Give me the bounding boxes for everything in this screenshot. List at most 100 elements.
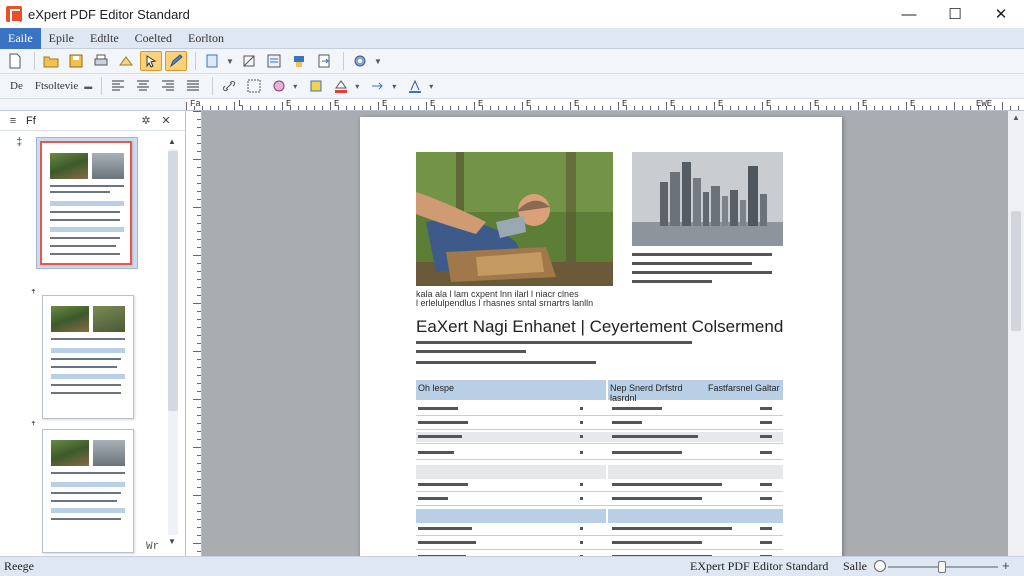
scroll-thumb[interactable] — [1011, 211, 1021, 331]
table-row-divider — [416, 429, 783, 430]
shape-icon[interactable] — [268, 76, 290, 96]
edit-tool-icon[interactable] — [165, 51, 187, 71]
workspace-scrollbar[interactable]: ▲ — [1008, 111, 1024, 556]
table-cell-text — [612, 483, 722, 486]
settings-icon[interactable] — [349, 51, 371, 71]
arrow-icon[interactable] — [367, 76, 389, 96]
font-size-label[interactable]: De — [10, 80, 23, 92]
scroll-thumb[interactable] — [168, 151, 178, 411]
ruler-tick — [906, 102, 907, 110]
chevron-down-icon[interactable]: ▾ — [429, 82, 437, 91]
page-layout-icon[interactable] — [201, 51, 223, 71]
ruler-tick — [946, 106, 947, 110]
save-icon[interactable] — [65, 51, 87, 71]
ruler-tick — [197, 167, 201, 168]
ruler-tick — [858, 102, 859, 110]
new-document-icon[interactable] — [4, 51, 26, 71]
table-row-divider — [416, 549, 783, 550]
menu-editor[interactable]: Edtlte — [82, 28, 127, 49]
ruler-label: E — [430, 99, 436, 109]
table-cell-text — [580, 483, 583, 486]
ruler-tick — [197, 239, 201, 240]
fill-icon[interactable] — [330, 76, 352, 96]
table-cell-text — [760, 407, 772, 410]
scroll-up-icon[interactable]: ▲ — [1012, 113, 1020, 122]
table-cell-text — [418, 421, 468, 424]
chevron-down-icon[interactable]: ▾ — [355, 82, 363, 91]
ruler-tick — [197, 151, 201, 152]
crop-icon[interactable] — [238, 51, 260, 71]
export-icon[interactable] — [313, 51, 335, 71]
ruler-tick — [197, 191, 201, 192]
text-color-icon[interactable] — [404, 76, 426, 96]
page-thumbnail-1[interactable] — [40, 141, 132, 265]
ruler-tick — [197, 279, 201, 280]
toolbar-separator — [195, 52, 196, 70]
ruler-tick — [197, 535, 201, 536]
ruler-tick — [962, 106, 963, 110]
ruler-tick — [193, 399, 201, 400]
zoom-in-icon[interactable]: + — [1002, 558, 1010, 573]
print-icon[interactable] — [90, 51, 112, 71]
open-folder-icon[interactable] — [40, 51, 62, 71]
photo-man-illustration — [416, 152, 613, 286]
panel-menu-icon[interactable]: ≡ — [6, 114, 20, 128]
select-text-icon[interactable] — [115, 51, 137, 71]
chevron-down-icon[interactable]: ▾ — [392, 82, 400, 91]
main-toolbar: ▼ ▼ — [0, 49, 1024, 74]
table-cell-text — [760, 527, 772, 530]
ruler-tick — [650, 106, 651, 110]
chevron-down-icon[interactable]: ▼ — [226, 57, 234, 66]
measure-icon[interactable] — [243, 76, 265, 96]
close-button[interactable]: ✕ — [978, 0, 1024, 28]
pdf-page[interactable]: kala ala l lam cxpent lnn ilarl l niacr … — [360, 117, 842, 556]
scroll-up-icon[interactable]: ▲ — [168, 137, 176, 146]
chevron-down-icon[interactable]: ▼ — [374, 57, 382, 66]
ruler-label: Fa — [190, 99, 201, 109]
ruler-tick — [450, 106, 451, 110]
ruler-tick — [197, 247, 201, 248]
annotation-icon[interactable] — [263, 51, 285, 71]
menu-bar: Eaile Epile Edtlte Coelted Eorlton — [0, 27, 1024, 49]
chevron-down-icon[interactable]: ▾ — [293, 82, 301, 91]
page-thumbnail-2[interactable] — [42, 295, 134, 419]
thumbnail-line — [50, 219, 120, 221]
menu-content[interactable]: Coelted — [127, 28, 180, 49]
hand-tool-icon[interactable] — [140, 51, 162, 71]
minimize-button[interactable]: — — [886, 0, 932, 28]
chevron-down-icon[interactable]: ▬ — [84, 82, 92, 91]
thumbnail-line — [51, 338, 125, 340]
table-cell-text — [418, 527, 472, 530]
ruler-tick — [634, 106, 635, 110]
ruler-tick — [346, 106, 347, 110]
zoom-out-icon[interactable] — [874, 560, 886, 572]
align-center-icon[interactable] — [132, 76, 154, 96]
menu-edition[interactable]: Eorlton — [180, 28, 232, 49]
page-thumbnail-3[interactable] — [42, 429, 134, 553]
body-text-line — [632, 271, 772, 274]
panel-pin-icon[interactable]: ✲ — [139, 114, 153, 128]
link-icon[interactable] — [218, 76, 240, 96]
zoom-slider-handle[interactable] — [938, 561, 946, 573]
align-left-icon[interactable] — [107, 76, 129, 96]
menu-file[interactable]: Eaile — [0, 27, 41, 49]
justify-icon[interactable] — [182, 76, 204, 96]
ruler-label: E — [670, 99, 676, 109]
ruler-tick — [197, 231, 201, 232]
align-right-icon[interactable] — [157, 76, 179, 96]
highlight-icon[interactable] — [305, 76, 327, 96]
status-bar: Reege EXpert PDF Editor Standard Salle + — [0, 556, 1024, 576]
table-row-divider — [416, 491, 783, 492]
panel-close-icon[interactable]: ✕ — [159, 114, 173, 128]
thumbnail-line — [50, 237, 120, 239]
stamp-icon[interactable] — [288, 51, 310, 71]
thumbnail-scrollbar[interactable]: ▲ ▼ — [166, 137, 180, 547]
ruler-tick — [682, 106, 683, 110]
style-dropdown[interactable]: Ftsoltevie — [35, 80, 78, 92]
scroll-down-icon[interactable]: ▼ — [168, 537, 176, 546]
table-row-divider — [416, 505, 783, 506]
maximize-button[interactable]: ☐ — [932, 0, 978, 28]
body-text-line — [632, 253, 772, 256]
ruler-label: E — [766, 99, 772, 109]
menu-edit[interactable]: Epile — [41, 28, 82, 49]
